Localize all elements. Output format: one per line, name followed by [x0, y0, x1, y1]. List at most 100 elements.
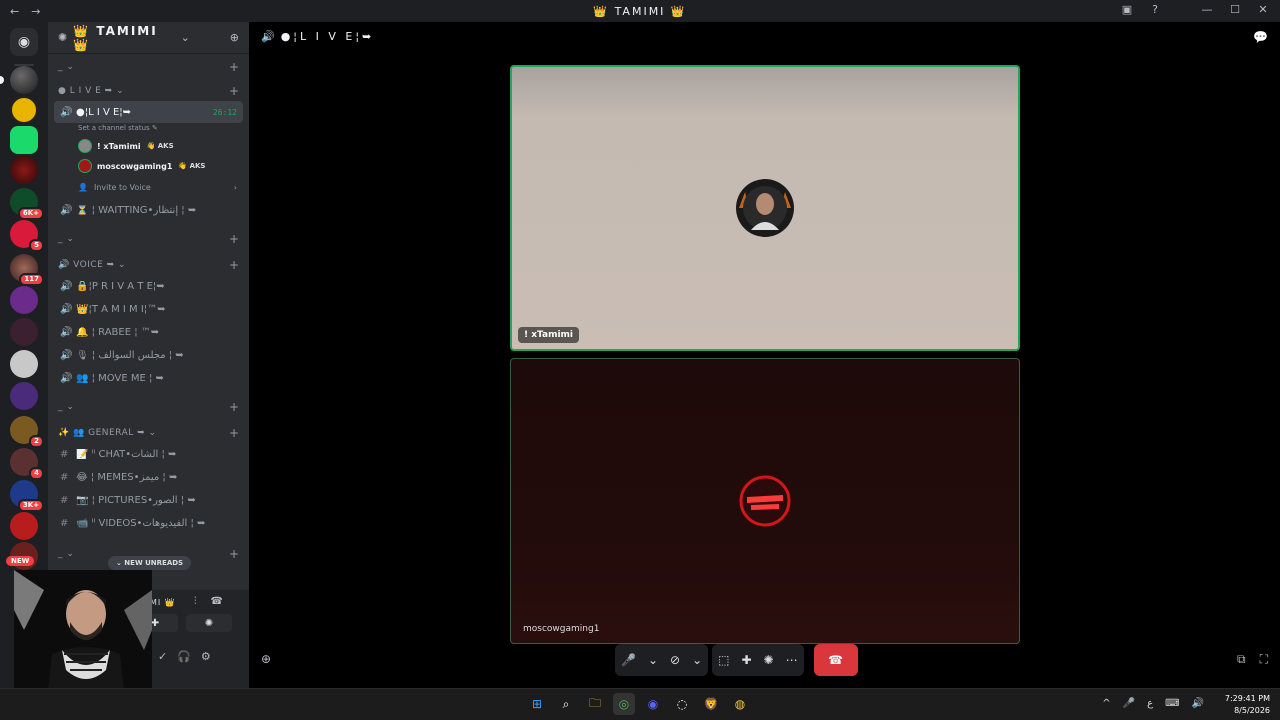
- category-label: _ ⌄: [58, 234, 75, 244]
- video-tile[interactable]: moscowgaming1: [510, 358, 1020, 644]
- voice-user[interactable]: moscowgaming1 👋 AKS: [78, 156, 249, 176]
- maximize-button[interactable]: ☐: [1228, 3, 1242, 16]
- text-channel-videos[interactable]: # 📹 ᴵᴵ VIDEOS•الفيديوهات ¦ ➥: [54, 512, 243, 534]
- invite-icon: 👤: [78, 182, 88, 192]
- fullscreen-icon[interactable]: ⛶: [1260, 652, 1268, 667]
- server-icon[interactable]: 6K+: [10, 188, 44, 220]
- inbox-icon[interactable]: ▣: [1120, 3, 1134, 16]
- new-servers-badge[interactable]: NEW: [6, 556, 35, 566]
- voice-user[interactable]: ! xTamimi 👋 AKS: [78, 136, 249, 156]
- mention-badge: 117: [19, 273, 44, 286]
- mute-icon[interactable]: ✓: [158, 650, 167, 663]
- avatar: [736, 179, 794, 237]
- disconnect-button[interactable]: ☎: [813, 644, 858, 676]
- voice-channel-moveme[interactable]: 🔊 👥 ¦ MOVE ME ¦ ➥: [54, 367, 243, 389]
- server-icon[interactable]: 2: [10, 416, 44, 448]
- voice-channel-tamimi[interactable]: 🔊 👑¦T A M I M I¦™➥: [54, 298, 243, 320]
- add-channel-icon[interactable]: +: [229, 547, 239, 561]
- server-icon[interactable]: 5: [10, 220, 44, 252]
- soundboard-button[interactable]: ✺: [186, 614, 232, 632]
- settings-icon[interactable]: ⚙: [201, 650, 211, 663]
- video-tile[interactable]: ! xTamimi: [510, 65, 1020, 351]
- voice-channel-private[interactable]: 🔊 🔒¦P R I V A T E¦➥: [54, 275, 243, 297]
- taskbar-apps: ⊞ ⌕ 🗀 ◎ ◉ ◌ 🦁 ◍: [526, 693, 751, 715]
- volume-icon[interactable]: 🔊: [1192, 698, 1204, 709]
- popout-icon[interactable]: ⧉: [1237, 652, 1246, 667]
- microphone-tray-icon[interactable]: 🎤: [1123, 698, 1135, 709]
- discord-icon[interactable]: ◉: [642, 693, 664, 715]
- text-channel-chat[interactable]: # 📝 ᴵᴵ CHAT•الشات ¦ ➥: [54, 443, 243, 465]
- add-channel-icon[interactable]: +: [229, 232, 239, 246]
- add-channel-icon[interactable]: +: [229, 258, 239, 272]
- text-channel-pictures[interactable]: # 📷 ¦ PICTURES•الصور ¦ ➥: [54, 489, 243, 511]
- disconnect-icon[interactable]: ☎: [211, 596, 223, 607]
- screen-share-icon[interactable]: ⬚: [718, 653, 729, 667]
- add-channel-icon[interactable]: +: [229, 60, 239, 74]
- add-channel-icon[interactable]: +: [229, 84, 239, 98]
- app-icon[interactable]: ◍: [729, 693, 751, 715]
- stage-channel-title: ●¦L I V E¦➥: [280, 30, 375, 43]
- close-button[interactable]: ✕: [1256, 3, 1270, 16]
- soundboard-icon[interactable]: ✺: [764, 653, 774, 667]
- minimize-button[interactable]: —: [1200, 3, 1214, 16]
- clock[interactable]: 7:29:41 PM 8/5/2026: [1225, 693, 1270, 717]
- invite-icon[interactable]: ⊕: [261, 652, 271, 666]
- server-icon[interactable]: [10, 350, 38, 378]
- voice-panel-actions: ⫶ ☎: [194, 596, 223, 607]
- voice-channel-sawalef[interactable]: 🔊 🎙 ¦ مجلس السوالف ¦ ➥: [54, 344, 243, 366]
- language-indicator[interactable]: ع: [1147, 698, 1153, 709]
- category-header[interactable]: _ ⌄ +: [48, 58, 249, 76]
- server-icon[interactable]: 117: [10, 254, 44, 286]
- add-member-icon[interactable]: ⊕: [230, 31, 239, 44]
- guild-header[interactable]: ✺ 👑 TAMIMI 👑 ⌄ ⊕: [48, 22, 249, 54]
- voice-channel-rabee[interactable]: 🔊 🔔 ¦ RABEE ¦ ™➥: [54, 321, 243, 343]
- add-channel-icon[interactable]: +: [229, 400, 239, 414]
- server-icon[interactable]: [10, 512, 38, 540]
- voice-channel-live[interactable]: 🔊 ●¦L I V E¦➥ 26:12: [54, 101, 243, 123]
- server-icon[interactable]: [10, 156, 38, 184]
- category-live[interactable]: ● L I V E ➥ ⌄ +: [48, 82, 249, 100]
- camera-off-icon[interactable]: ⊘: [670, 653, 680, 667]
- channel-status[interactable]: Set a channel status ✎: [78, 124, 249, 132]
- chrome-icon[interactable]: ◎: [613, 693, 635, 715]
- voice-user-tag: 👋 AKS: [146, 142, 174, 150]
- obs-icon[interactable]: ◌: [671, 693, 693, 715]
- activities-icon[interactable]: ✚: [741, 653, 751, 667]
- guild-name: 👑 TAMIMI 👑: [73, 23, 158, 52]
- noise-suppression-icon[interactable]: ⫶: [194, 596, 197, 607]
- chat-icon[interactable]: 💬: [1253, 30, 1268, 44]
- server-icon[interactable]: [0, 66, 38, 94]
- discord-home-button[interactable]: ◉: [10, 28, 38, 56]
- voice-channel-waiting[interactable]: 🔊 ⏳ ¦ WAITTING•إنتظار ¦ ➥: [54, 199, 243, 221]
- category-general[interactable]: ✨ 👥 GENERAL ➥ ⌄ +: [48, 424, 249, 442]
- selected-pip: [0, 76, 4, 84]
- new-unreads-pill[interactable]: ⌄ NEW UNREADS: [108, 556, 192, 570]
- invite-to-voice[interactable]: 👤 Invite to Voice ›: [78, 176, 249, 198]
- server-icon[interactable]: 4: [10, 448, 44, 480]
- server-icon[interactable]: [10, 286, 38, 314]
- server-icon[interactable]: [10, 96, 38, 124]
- tray-overflow-icon[interactable]: ^: [1102, 698, 1110, 709]
- speaker-icon: 🔊: [261, 30, 275, 43]
- file-explorer-icon[interactable]: 🗀: [584, 693, 606, 715]
- network-icon[interactable]: ⌨: [1165, 698, 1179, 709]
- search-icon[interactable]: ⌕: [555, 693, 577, 715]
- server-icon[interactable]: [10, 382, 38, 410]
- start-icon[interactable]: ⊞: [526, 693, 548, 715]
- help-icon[interactable]: ?: [1148, 3, 1162, 16]
- more-options-icon[interactable]: ⋯: [786, 653, 798, 667]
- add-channel-icon[interactable]: +: [229, 426, 239, 440]
- text-channel-memes[interactable]: # 😂 ¦ MEMES•ميمز ¦ ➥: [54, 466, 243, 488]
- server-icon[interactable]: [10, 126, 38, 154]
- category-header[interactable]: _ ⌄ +: [48, 398, 249, 416]
- microphone-icon[interactable]: 🎤: [621, 653, 636, 667]
- server-icon[interactable]: [10, 318, 38, 346]
- brave-icon[interactable]: 🦁: [700, 693, 722, 715]
- category-header[interactable]: _ ⌄ +: [48, 230, 249, 248]
- mention-badge: 3K+: [17, 499, 44, 512]
- headset-icon[interactable]: 🎧: [177, 650, 191, 663]
- chevron-down-icon[interactable]: ⌄: [692, 653, 702, 667]
- category-voice[interactable]: 🔊 VOICE ➥ ⌄ +: [48, 256, 249, 274]
- server-icon[interactable]: 3K+: [10, 480, 44, 512]
- chevron-down-icon[interactable]: ⌄: [648, 653, 658, 667]
